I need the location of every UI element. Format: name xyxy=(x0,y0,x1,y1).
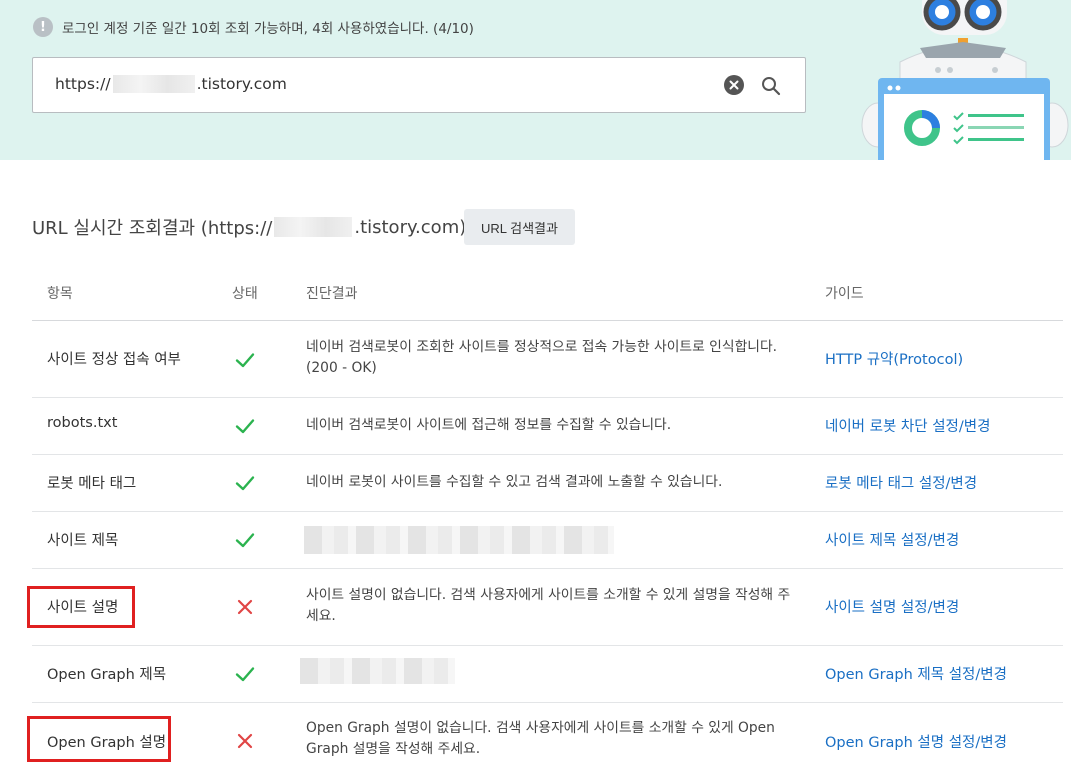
check-icon xyxy=(235,419,255,434)
url-suffix: .tistory.com xyxy=(196,75,287,93)
column-header-item: 항목 xyxy=(47,286,73,302)
url-search-input[interactable]: https:// .tistory.com xyxy=(55,75,287,93)
redacted-blur xyxy=(112,75,195,93)
highlight-box xyxy=(27,716,171,762)
guide-link[interactable]: 사이트 설명 설정/변경 xyxy=(825,596,959,617)
row-result: 네이버 검색로봇이 사이트에 접근해 정보를 수집할 수 있습니다. xyxy=(306,417,672,433)
table-header: 항목 상태 진단결과 가이드 xyxy=(32,270,1063,321)
guide-link[interactable]: 로봇 메타 태그 설정/변경 xyxy=(825,472,977,493)
redacted-blur xyxy=(274,217,353,237)
url-search-result-button[interactable]: URL 검색결과 xyxy=(464,209,575,245)
redacted-blur xyxy=(304,526,614,554)
table-row: 사이트 제목 사이트 제목 설정/변경 xyxy=(32,512,1063,569)
row-item: robots.txt xyxy=(47,415,118,431)
table-row: Open Graph 제목 Open Graph 제목 설정/변경 xyxy=(32,646,1063,703)
table-row: 로봇 메타 태그 네이버 로봇이 사이트를 수집할 수 있고 검색 결과에 노출… xyxy=(32,455,1063,512)
x-icon xyxy=(237,599,253,615)
check-icon xyxy=(235,533,255,548)
column-header-guide: 가이드 xyxy=(825,286,864,302)
guide-link[interactable]: 사이트 제목 설정/변경 xyxy=(825,529,959,550)
result-title: URL 실시간 조회결과 (https:// .tistory.com) xyxy=(32,214,466,240)
row-item: Open Graph 제목 xyxy=(47,667,167,683)
url-prefix: https:// xyxy=(55,75,111,93)
column-header-result: 진단결과 xyxy=(306,286,358,302)
info-circle-icon: ! xyxy=(33,17,53,37)
url-search-box[interactable]: https:// .tistory.com xyxy=(32,57,806,113)
check-icon xyxy=(235,667,255,682)
guide-link[interactable]: Open Graph 설명 설정/변경 xyxy=(825,731,1007,752)
usage-notice: ! 로그인 계정 기준 일간 10회 조회 가능하며, 4회 사용하였습니다. … xyxy=(33,17,474,37)
guide-link[interactable]: Open Graph 제목 설정/변경 xyxy=(825,663,1007,684)
row-result: Open Graph 설명이 없습니다. 검색 사용자에게 사이트를 소개할 수… xyxy=(306,720,775,757)
table-row: robots.txt 네이버 검색로봇이 사이트에 접근해 정보를 수집할 수 … xyxy=(32,398,1063,455)
table-row: 사이트 정상 접속 여부 네이버 검색로봇이 조회한 사이트를 정상적으로 접속… xyxy=(32,321,1063,398)
highlight-box xyxy=(27,586,135,628)
search-icon[interactable] xyxy=(759,74,783,98)
row-result: 사이트 설명이 없습니다. 검색 사용자에게 사이트를 소개할 수 있게 설명을… xyxy=(306,587,791,624)
check-icon xyxy=(235,353,255,368)
guide-link[interactable]: 네이버 로봇 차단 설정/변경 xyxy=(825,415,990,436)
hero-banner: ! 로그인 계정 기준 일간 10회 조회 가능하며, 4회 사용하였습니다. … xyxy=(0,0,1071,160)
row-result: 네이버 로봇이 사이트를 수집할 수 있고 검색 결과에 노출할 수 있습니다. xyxy=(306,474,723,490)
row-item: 사이트 정상 접속 여부 xyxy=(47,352,181,368)
clear-circle-icon[interactable] xyxy=(724,75,744,95)
result-title-prefix: URL 실시간 조회결과 (https:// xyxy=(32,218,273,239)
row-item: 로봇 메타 태그 xyxy=(47,476,137,492)
table-row: 사이트 설명 사이트 설명이 없습니다. 검색 사용자에게 사이트를 소개할 수… xyxy=(32,569,1063,646)
guide-link[interactable]: HTTP 규약(Protocol) xyxy=(825,348,963,369)
row-result: 네이버 검색로봇이 조회한 사이트를 정상적으로 접속 가능한 사이트로 인식합… xyxy=(306,339,778,376)
row-item: 사이트 제목 xyxy=(47,533,119,549)
check-icon xyxy=(235,476,255,491)
usage-notice-text: 로그인 계정 기준 일간 10회 조회 가능하며, 4회 사용하였습니다. (4… xyxy=(62,21,474,37)
result-title-suffix: .tistory.com) xyxy=(354,216,467,238)
x-icon xyxy=(237,733,253,749)
table-row: Open Graph 설명 Open Graph 설명이 없습니다. 검색 사용… xyxy=(32,703,1063,783)
column-header-status: 상태 xyxy=(232,286,258,302)
robot-illustration xyxy=(861,0,1069,160)
redacted-blur xyxy=(300,658,455,684)
